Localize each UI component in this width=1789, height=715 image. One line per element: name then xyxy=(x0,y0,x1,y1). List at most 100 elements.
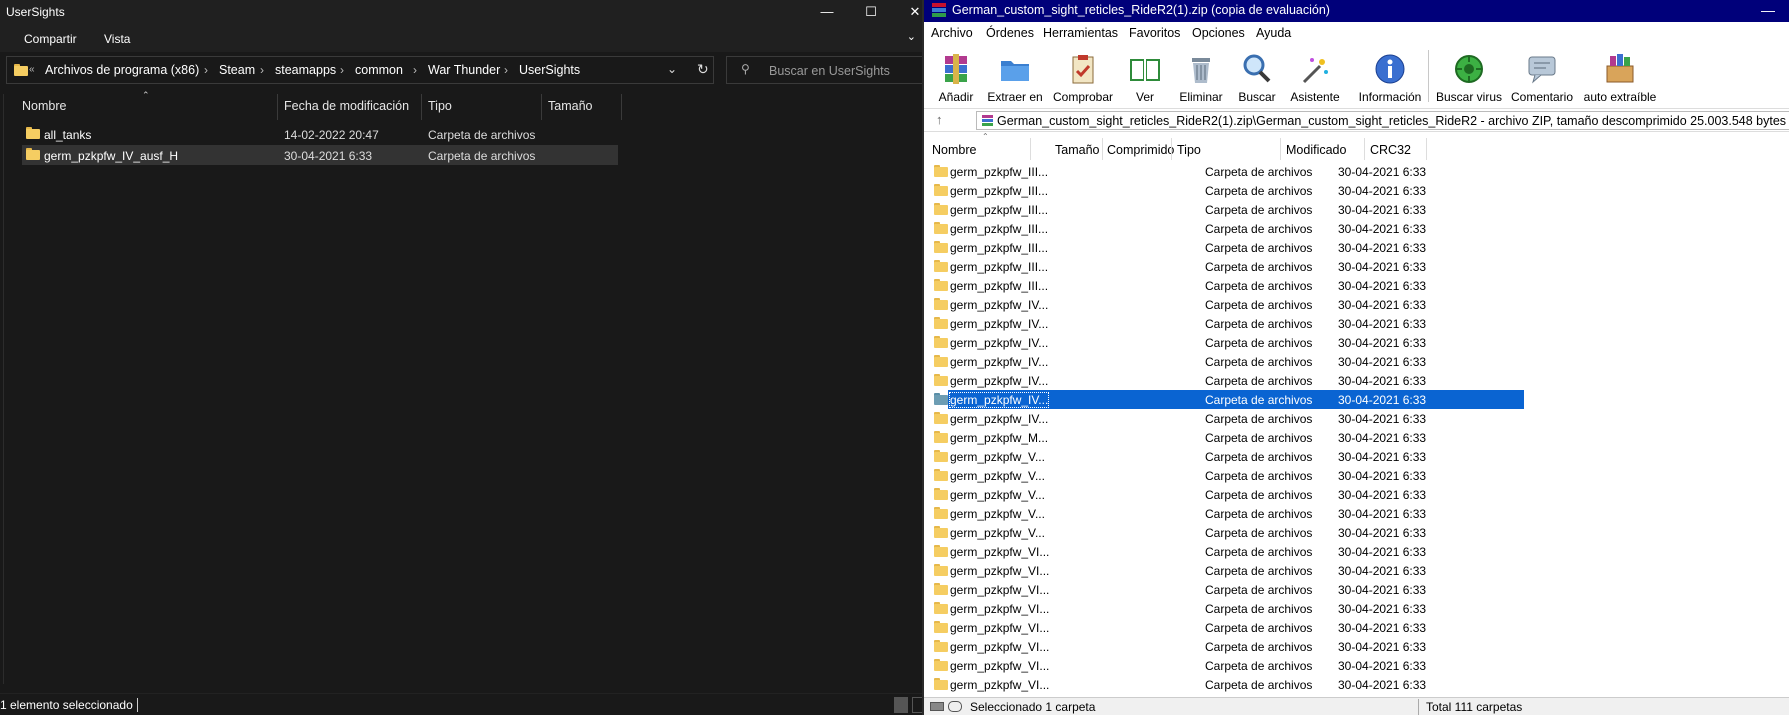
address-bar[interactable]: « Archivos de programa (x86) › Steam › s… xyxy=(6,56,714,84)
archive-row[interactable]: germ_pzkpfw_IV... Carpeta de archivos 30-0… xyxy=(932,314,1524,333)
info-button[interactable]: Información xyxy=(1348,48,1432,106)
breadcrumb-item[interactable]: common xyxy=(355,63,403,77)
archive-row[interactable]: germ_pzkpfw_IV... Carpeta de archivos 30-0… xyxy=(932,352,1524,371)
archive-row[interactable]: germ_pzkpfw_VI... Carpeta de archivos 30-0… xyxy=(932,656,1524,675)
breadcrumb-separator-icon[interactable]: › xyxy=(504,63,508,77)
breadcrumb-separator-icon[interactable]: › xyxy=(260,63,264,77)
breadcrumb-overflow-icon[interactable]: « xyxy=(29,64,35,75)
column-divider[interactable] xyxy=(621,94,622,120)
search-box[interactable]: ⚲ Buscar en UserSights xyxy=(726,56,924,84)
archive-row[interactable]: germ_pzkpfw_V... Carpeta de archivos 30-04… xyxy=(932,504,1524,523)
archive-row[interactable]: germ_pzkpfw_IV... Carpeta de archivos 30-0… xyxy=(932,371,1524,390)
column-divider[interactable] xyxy=(541,94,542,120)
archive-row[interactable]: germ_pzkpfw_M... Carpeta de archivos 30-04… xyxy=(932,428,1524,447)
column-divider[interactable] xyxy=(277,94,278,120)
file-row-selected[interactable]: germ_pzkpfw_IV_ausf_H 30-04-2021 6:33 Ca… xyxy=(22,145,618,165)
sfx-button[interactable]: auto extraíble xyxy=(1580,48,1660,106)
archive-item-type: Carpeta de archivos xyxy=(1205,431,1313,445)
comment-button[interactable]: Comentario xyxy=(1506,48,1578,106)
breadcrumb-separator-icon[interactable]: › xyxy=(413,63,417,77)
breadcrumb-item[interactable]: Steam xyxy=(219,63,255,77)
winrar-titlebar[interactable]: German_custom_sight_reticles_RideR2(1).z… xyxy=(924,0,1789,22)
up-arrow-icon[interactable]: ↑ xyxy=(936,112,943,127)
column-header-nombre[interactable]: Nombre xyxy=(932,143,976,157)
archive-row[interactable]: germ_pzkpfw_III... Carpeta de archivos 30-… xyxy=(932,162,1524,181)
archive-row-selected[interactable]: germ_pzkpfw_IV... Carpeta de archivos 30-0… xyxy=(932,390,1524,409)
archive-row[interactable]: germ_pzkpfw_VI... Carpeta de archivos 30-0… xyxy=(932,599,1524,618)
menu-ordenes[interactable]: Órdenes xyxy=(986,26,1034,40)
archive-row[interactable]: germ_pzkpfw_VI... Carpeta de archivos 30-0… xyxy=(932,580,1524,599)
archive-row[interactable]: germ_pzkpfw_V... Carpeta de archivos 30-04… xyxy=(932,466,1524,485)
column-divider[interactable] xyxy=(421,94,422,120)
breadcrumb-item-current[interactable]: UserSights xyxy=(519,63,580,77)
archive-row[interactable]: germ_pzkpfw_V... Carpeta de archivos 30-04… xyxy=(932,447,1524,466)
column-header-size[interactable]: Tamaño xyxy=(548,94,618,120)
archive-row[interactable]: germ_pzkpfw_V... Carpeta de archivos 30-04… xyxy=(932,523,1524,542)
wizard-button[interactable]: Asistente xyxy=(1284,48,1346,106)
breadcrumb-item[interactable]: steamapps xyxy=(275,63,336,77)
delete-button[interactable]: Eliminar xyxy=(1172,48,1230,106)
archive-row[interactable]: germ_pzkpfw_IV... Carpeta de archivos 30-0… xyxy=(932,295,1524,314)
archive-row[interactable]: germ_pzkpfw_IV... Carpeta de archivos 30-0… xyxy=(932,409,1524,428)
breadcrumb-item[interactable]: War Thunder xyxy=(428,63,500,77)
archive-row[interactable]: germ_pzkpfw_VI... Carpeta de archivos 30-0… xyxy=(932,561,1524,580)
breadcrumb-separator-icon[interactable]: › xyxy=(340,63,344,77)
minimize-button[interactable]: — xyxy=(1761,2,1775,18)
archive-row[interactable]: germ_pzkpfw_III... Carpeta de archivos 30-… xyxy=(932,181,1524,200)
menu-ayuda[interactable]: Ayuda xyxy=(1256,26,1291,40)
archive-row[interactable]: germ_pzkpfw_VI... Carpeta de archivos 30-0… xyxy=(932,618,1524,637)
close-button[interactable]: ✕ xyxy=(904,2,924,22)
archive-row[interactable]: germ_pzkpfw_III... Carpeta de archivos 30-… xyxy=(932,238,1524,257)
menu-herramientas[interactable]: Herramientas xyxy=(1043,26,1118,40)
column-divider[interactable] xyxy=(1171,138,1172,160)
drive-icon[interactable] xyxy=(930,702,944,711)
column-header-tamano[interactable]: Tamaño xyxy=(1055,143,1099,157)
archive-row[interactable]: germ_pzkpfw_III... Carpeta de archivos 30-… xyxy=(932,276,1524,295)
find-button[interactable]: Buscar xyxy=(1232,48,1282,106)
menu-archivo[interactable]: Archivo xyxy=(931,26,973,40)
breadcrumb-separator-icon[interactable]: › xyxy=(204,63,208,77)
minimize-button[interactable]: — xyxy=(816,2,838,22)
ribbon-expand-chevron-icon[interactable]: ⌄ xyxy=(907,30,916,43)
menu-opciones[interactable]: Opciones xyxy=(1192,26,1245,40)
column-divider[interactable] xyxy=(1426,138,1427,160)
test-button[interactable]: Comprobar xyxy=(1048,48,1118,106)
archive-row[interactable]: germ_pzkpfw_VI... Carpeta de archivos 30-0… xyxy=(932,542,1524,561)
column-divider[interactable] xyxy=(1102,138,1103,160)
archive-row[interactable]: germ_pzkpfw_V... Carpeta de archivos 30-04… xyxy=(932,485,1524,504)
breadcrumb-item[interactable]: Archivos de programa (x86) xyxy=(45,63,199,77)
menu-favoritos[interactable]: Favoritos xyxy=(1129,26,1180,40)
add-button[interactable]: Añadir xyxy=(930,48,982,106)
explorer-titlebar[interactable]: UserSights — ☐ ✕ xyxy=(0,0,924,24)
column-header-type[interactable]: Tipo xyxy=(428,94,544,120)
key-icon[interactable] xyxy=(948,701,962,712)
column-header-tipo[interactable]: Tipo xyxy=(1177,143,1201,157)
archive-row[interactable]: germ_pzkpfw_VI... Carpeta de archivos 30-0… xyxy=(932,675,1524,692)
column-divider[interactable] xyxy=(1030,138,1031,160)
archive-row[interactable]: germ_pzkpfw_III... Carpeta de archivos 30-… xyxy=(932,219,1524,238)
address-dropdown-chevron-icon[interactable]: ⌄ xyxy=(667,62,677,76)
virus-scan-button[interactable]: Buscar virus xyxy=(1434,48,1504,106)
column-divider[interactable] xyxy=(1280,138,1281,160)
extract-button[interactable]: Extraer en xyxy=(984,48,1046,106)
archive-row[interactable]: germ_pzkpfw_III... Carpeta de archivos 30-… xyxy=(932,257,1524,276)
view-button[interactable]: Ver xyxy=(1120,48,1170,106)
column-header-comprimido[interactable]: Comprimido xyxy=(1107,143,1174,157)
details-view-icon[interactable] xyxy=(894,697,908,713)
archive-row[interactable]: germ_pzkpfw_IV... Carpeta de archivos 30-0… xyxy=(932,333,1524,352)
path-field[interactable]: German_custom_sight_reticles_RideR2(1).z… xyxy=(976,111,1789,130)
column-divider[interactable] xyxy=(1364,138,1365,160)
archive-file-list[interactable]: germ_pzkpfw_III... Carpeta de archivos 30-… xyxy=(924,162,1789,692)
ribbon-tab-share[interactable]: Compartir xyxy=(24,32,77,46)
column-header-date[interactable]: Fecha de modificación xyxy=(284,94,420,120)
maximize-button[interactable]: ☐ xyxy=(860,2,882,22)
archive-item-name: germ_pzkpfw_V... xyxy=(950,450,1045,464)
column-header-name[interactable]: Nombre xyxy=(22,94,278,120)
archive-row[interactable]: germ_pzkpfw_III... Carpeta de archivos 30-… xyxy=(932,200,1524,219)
column-header-modificado[interactable]: Modificado xyxy=(1286,143,1346,157)
archive-row[interactable]: germ_pzkpfw_VI... Carpeta de archivos 30-0… xyxy=(932,637,1524,656)
refresh-icon[interactable]: ↻ xyxy=(697,61,709,78)
ribbon-tab-view[interactable]: Vista xyxy=(104,32,130,46)
file-row[interactable]: all_tanks 14-02-2022 20:47 Carpeta de ar… xyxy=(22,124,618,144)
column-header-crc32[interactable]: CRC32 xyxy=(1370,143,1411,157)
